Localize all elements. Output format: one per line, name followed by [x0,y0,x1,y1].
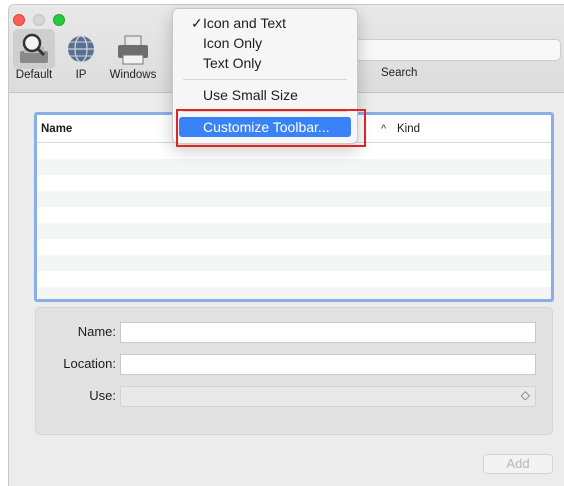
toolbar-item-default[interactable]: Default [9,29,59,81]
name-field[interactable] [120,322,536,343]
menu-item-icon-and-text[interactable]: ✓ Icon and Text [173,13,357,33]
column-header-kind[interactable]: Kind [397,123,420,135]
checkmark-icon: ✓ [191,15,203,31]
menu-item-use-small-size[interactable]: Use Small Size [173,85,357,105]
toolbar-item-windows[interactable]: Windows [101,33,165,81]
add-button[interactable]: Add [483,454,553,474]
location-label: Location: [63,356,116,371]
toolbar-item-label: Windows [109,69,157,81]
magnifier-printer-icon [16,33,52,67]
location-field[interactable] [120,354,536,375]
up-down-chevron-icon: ◇ [520,388,530,402]
menu-item-label: Use Small Size [203,87,298,103]
menu-item-label: Icon Only [203,35,263,51]
printer-details-group: Name: Location: Use: ◇ [35,307,553,435]
sort-ascending-icon: ^ [381,123,387,135]
table-row[interactable] [37,159,551,175]
globe-icon [63,33,99,67]
table-row[interactable] [37,239,551,255]
minimize-window-button[interactable] [33,14,45,26]
table-row[interactable] [37,223,551,239]
search-label: Search [381,67,418,79]
toolbar-item-label: IP [75,69,87,81]
toolbar-item-ip[interactable]: IP [61,33,101,81]
column-header-name[interactable]: Name [41,123,72,135]
table-row[interactable] [37,271,551,287]
use-label: Use: [89,388,116,403]
menu-item-icon-only[interactable]: Icon Only [173,33,357,53]
table-row[interactable] [37,175,551,191]
annotation-highlight-box [176,109,366,147]
table-row[interactable] [37,255,551,271]
use-select[interactable]: ◇ [120,386,536,407]
zoom-window-button[interactable] [53,14,65,26]
toolbar-item-label: Default [15,69,53,81]
close-window-button[interactable] [13,14,25,26]
menu-item-text-only[interactable]: Text Only [173,53,357,73]
name-label: Name: [77,324,116,339]
printer-icon [115,33,151,67]
menu-item-label: Icon and Text [203,15,287,31]
menu-item-label: Text Only [203,55,262,71]
menu-separator [183,79,347,80]
table-row[interactable] [37,191,551,207]
table-row[interactable] [37,207,551,223]
table-row[interactable] [37,287,551,299]
search-input[interactable] [355,39,561,61]
